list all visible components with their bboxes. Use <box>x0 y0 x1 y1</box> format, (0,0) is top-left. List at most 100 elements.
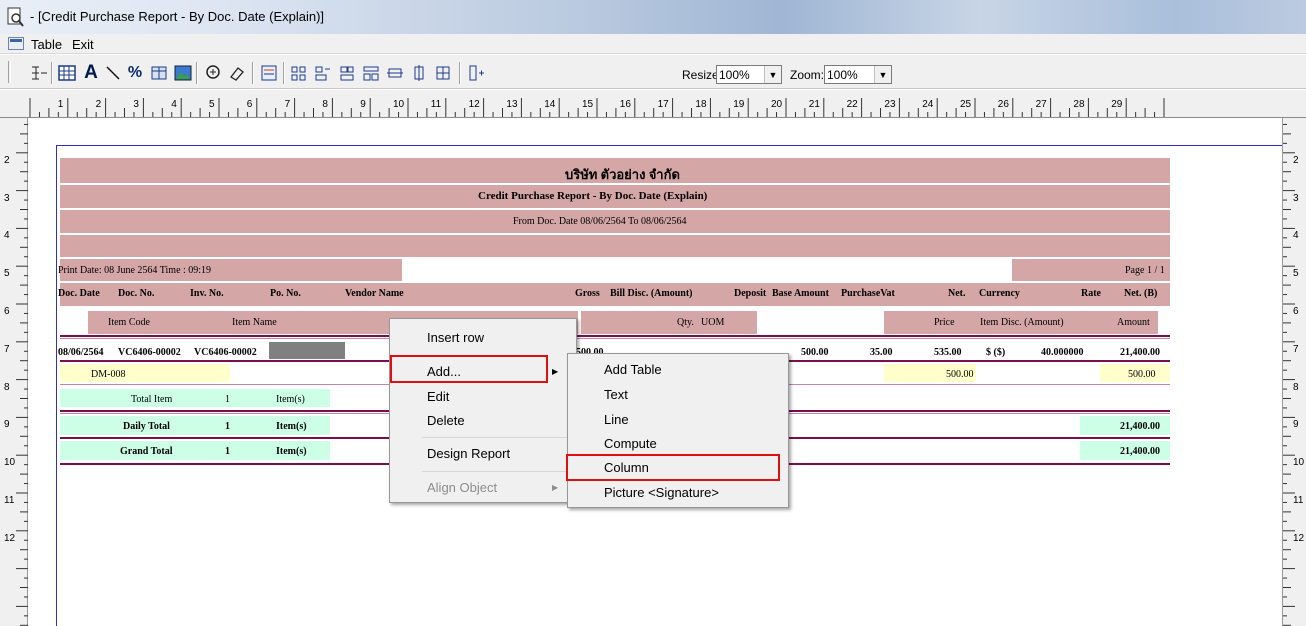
chevron-down-icon[interactable]: ▼ <box>764 66 781 83</box>
col-inv-no[interactable]: Inv. No. <box>190 288 224 299</box>
row-doc-no[interactable]: VC6406-00002 <box>118 347 181 358</box>
menu-add-text[interactable]: Text <box>604 387 628 402</box>
align-left-icon[interactable] <box>312 62 334 84</box>
ruler-label: 9 <box>1293 419 1299 431</box>
col-uom[interactable]: UOM <box>701 317 724 328</box>
menu-add-line[interactable]: Line <box>604 412 629 427</box>
properties-icon[interactable] <box>258 62 280 84</box>
column-icon[interactable] <box>148 62 170 84</box>
row-currency[interactable]: $ ($) <box>986 347 1005 358</box>
compute-icon[interactable]: % <box>124 62 146 84</box>
grand-total-count[interactable]: 1 <box>225 446 230 457</box>
same-width-icon[interactable] <box>384 62 406 84</box>
item-code-field[interactable] <box>60 364 230 382</box>
divider-line[interactable] <box>60 335 1170 337</box>
table-icon[interactable] <box>56 62 78 84</box>
total-item-count[interactable]: 1 <box>225 394 230 405</box>
ruler-label: 11 <box>4 495 15 506</box>
toolbar-separator <box>459 62 461 84</box>
signature-icon[interactable] <box>202 62 224 84</box>
print-date[interactable]: Print Date: 08 June 2564 Time : 09:19 <box>58 265 211 276</box>
item-price[interactable]: 500.00 <box>946 369 974 380</box>
col-amount[interactable]: Amount <box>1117 317 1150 328</box>
row-base-amount[interactable]: 500.00 <box>801 347 829 358</box>
row-vat[interactable]: 35.00 <box>870 347 893 358</box>
eraser-icon[interactable] <box>226 62 248 84</box>
date-range[interactable]: From Doc. Date 08/06/2564 To 08/06/2564 <box>513 216 687 227</box>
daily-total-count[interactable]: 1 <box>225 421 230 432</box>
select-object-icon[interactable] <box>28 62 50 84</box>
selected-field[interactable] <box>269 342 345 359</box>
menu-edit[interactable]: Edit <box>427 389 449 404</box>
picture-icon[interactable] <box>172 62 194 84</box>
menu-add-compute[interactable]: Compute <box>604 436 657 451</box>
item-code[interactable]: DM-008 <box>91 369 125 380</box>
item-amount[interactable]: 500.00 <box>1128 369 1156 380</box>
col-net-baht[interactable]: Net. (B) <box>1124 288 1157 299</box>
row-net-baht[interactable]: 21,400.00 <box>1120 347 1160 358</box>
col-base-amount[interactable]: Base Amount <box>772 288 829 299</box>
print-preview-icon[interactable] <box>6 7 24 27</box>
col-doc-date[interactable]: Doc. Date <box>58 288 100 299</box>
ruler-label: 5 <box>209 99 215 110</box>
line-icon[interactable] <box>102 62 124 84</box>
row-inv-no[interactable]: VC6406-00002 <box>194 347 257 358</box>
menu-design-report[interactable]: Design Report <box>427 446 510 461</box>
col-bill-disc[interactable]: Bill Disc. (Amount) <box>610 288 693 299</box>
grand-total-label[interactable]: Grand Total <box>120 446 173 457</box>
resize-select[interactable]: 100% ▼ <box>716 65 782 84</box>
row-net[interactable]: 535.00 <box>934 347 962 358</box>
same-size-icon[interactable] <box>432 62 454 84</box>
menu-table[interactable]: Table <box>31 37 62 52</box>
row-rate[interactable]: 40.000000 <box>1041 347 1084 358</box>
menu-add-table[interactable]: Add Table <box>604 362 662 377</box>
vertical-ruler-left[interactable]: 2 3 4 5 6 7 8 9 10 11 12 <box>0 118 28 626</box>
menu-separator <box>422 437 572 438</box>
menu-insert-row[interactable]: Insert row <box>427 330 484 345</box>
col-po-no[interactable]: Po. No. <box>270 288 301 299</box>
chevron-down-icon[interactable]: ▼ <box>874 66 891 83</box>
company-name[interactable]: บริษัท ตัวอย่าง จำกัด <box>565 164 680 185</box>
align-bottom-icon[interactable] <box>360 62 382 84</box>
daily-total-amount[interactable]: 21,400.00 <box>1120 421 1160 432</box>
menu-exit[interactable]: Exit <box>72 37 94 52</box>
col-item-name[interactable]: Item Name <box>232 317 277 328</box>
col-vendor-name[interactable]: Vendor Name <box>345 288 404 299</box>
grand-total-unit[interactable]: Item(s) <box>276 446 307 457</box>
col-net[interactable]: Net. <box>948 288 966 299</box>
col-purchase-vat[interactable]: PurchaseVat <box>841 288 895 299</box>
report-title[interactable]: Credit Purchase Report - By Doc. Date (E… <box>478 190 707 202</box>
toolbar-grip[interactable] <box>8 61 11 83</box>
horizontal-ruler[interactable]: 1 2 3 4 5 6 7 8 9 10 11 12 13 14 15 16 17 18 19 20 21 22 23 24 2… <box>0 90 1306 118</box>
total-item-unit[interactable]: Item(s) <box>276 394 305 405</box>
column-header-row2[interactable] <box>581 311 757 334</box>
header-band[interactable] <box>60 235 1170 257</box>
col-gross[interactable]: Gross <box>575 288 600 299</box>
col-doc-no[interactable]: Doc. No. <box>118 288 154 299</box>
col-item-code[interactable]: Item Code <box>108 317 150 328</box>
ruler-label: 26 <box>997 99 1009 110</box>
insert-column-icon[interactable] <box>465 62 487 84</box>
col-item-disc[interactable]: Item Disc. (Amount) <box>980 317 1064 328</box>
divider-line[interactable] <box>60 338 1170 339</box>
vertical-ruler-right[interactable]: 2 3 4 5 6 7 8 9 10 11 12 <box>1282 118 1306 626</box>
align-right-icon[interactable] <box>336 62 358 84</box>
col-currency[interactable]: Currency <box>979 288 1020 299</box>
page-number[interactable]: Page 1 / 1 <box>1125 265 1165 276</box>
zoom-select[interactable]: 100% ▼ <box>824 65 892 84</box>
col-deposit[interactable]: Deposit <box>734 288 766 299</box>
menu-delete[interactable]: Delete <box>427 413 465 428</box>
col-rate[interactable]: Rate <box>1081 288 1101 299</box>
menu-add-picture-signature[interactable]: Picture <Signature> <box>604 485 719 500</box>
daily-total-unit[interactable]: Item(s) <box>276 421 307 432</box>
align-top-icon[interactable] <box>288 62 310 84</box>
col-price[interactable]: Price <box>934 317 955 328</box>
col-qty[interactable]: Qty. <box>677 317 694 328</box>
row-doc-date[interactable]: 08/06/2564 <box>58 347 104 358</box>
text-icon[interactable]: A <box>80 62 102 84</box>
total-item-label[interactable]: Total Item <box>131 394 172 405</box>
document-window-icon[interactable] <box>8 37 24 50</box>
grand-total-amount[interactable]: 21,400.00 <box>1120 446 1160 457</box>
same-height-icon[interactable] <box>408 62 430 84</box>
daily-total-label[interactable]: Daily Total <box>123 421 170 432</box>
